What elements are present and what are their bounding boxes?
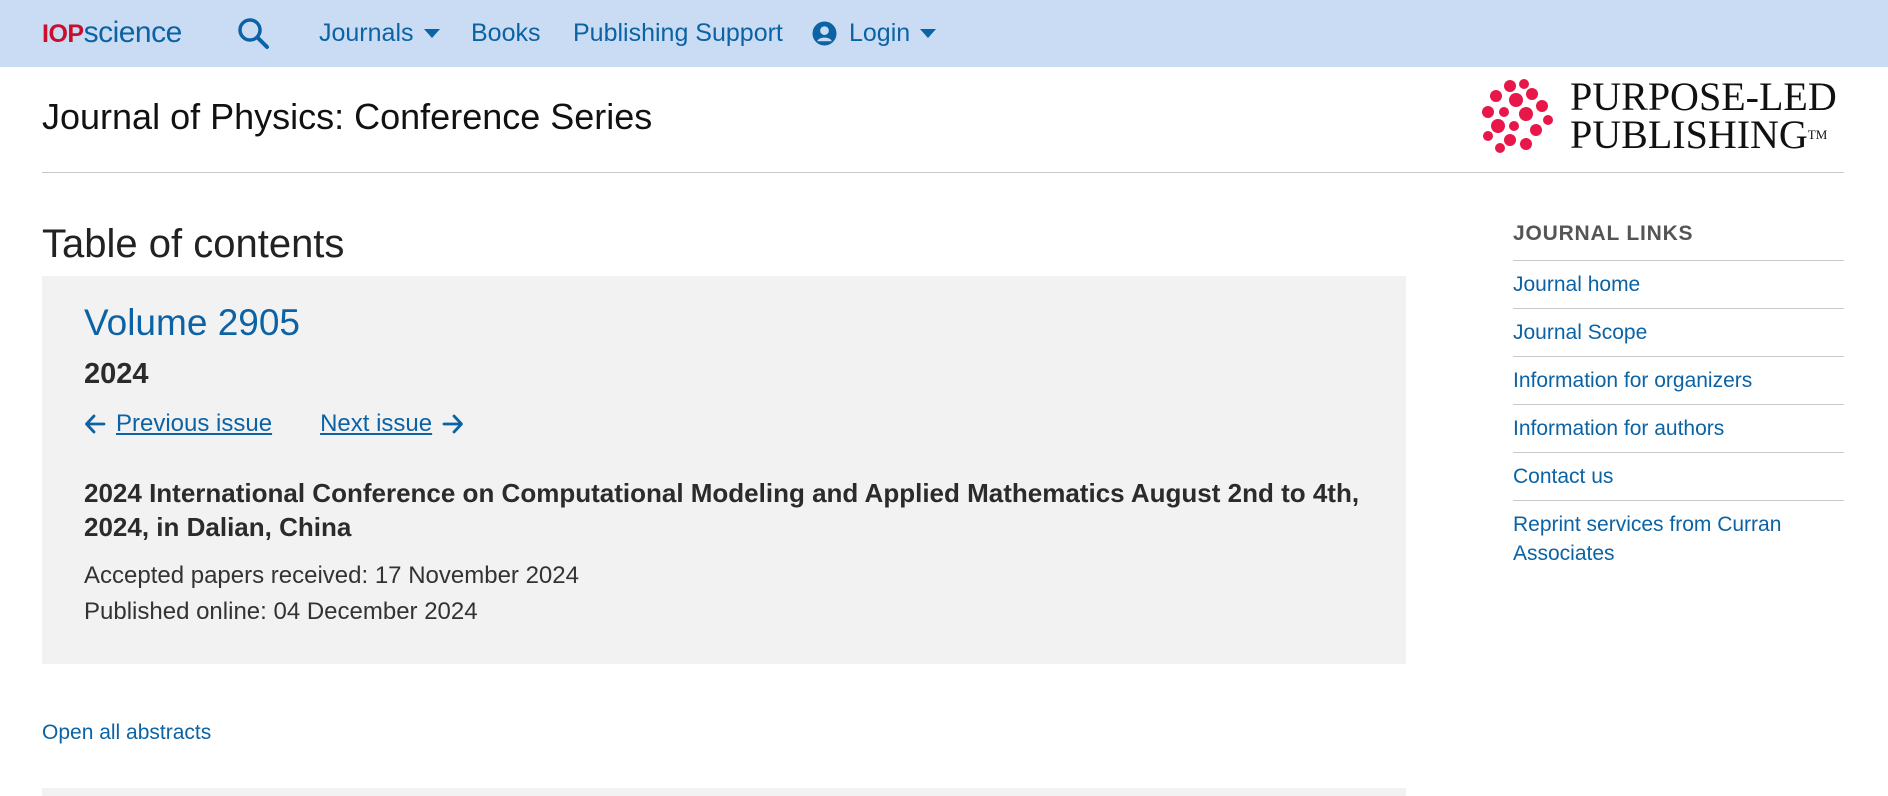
nav-journals-label: Journals	[319, 19, 414, 47]
sidebar-link-information-for-organizers[interactable]: Information for organizers	[1513, 357, 1844, 405]
search-icon[interactable]	[236, 16, 270, 50]
sidebar-link-journal-home[interactable]: Journal home	[1513, 261, 1844, 309]
nav-books-link[interactable]: Books	[471, 19, 540, 48]
publishing-logo-text: PURPOSE-LED PUBLISHINGTM	[1570, 74, 1837, 157]
nav-login-label: Login	[849, 19, 911, 47]
issue-navigation: Previous issue Next issue	[84, 410, 464, 438]
previous-issue-label: Previous issue	[116, 410, 273, 437]
brand-prefix: IOP	[42, 20, 84, 48]
volume-year: 2024	[84, 358, 149, 390]
logo-line-1: PURPOSE-LED	[1570, 74, 1837, 119]
nav-publishing-support-link[interactable]: Publishing Support	[573, 19, 783, 48]
trademark-mark: TM	[1807, 127, 1828, 142]
journal-title[interactable]: Journal of Physics: Conference Series	[42, 96, 652, 138]
purpose-led-publishing-logo[interactable]: PURPOSE-LED PUBLISHINGTM	[1480, 74, 1842, 157]
sidebar-link-journal-scope[interactable]: Journal Scope	[1513, 309, 1844, 357]
open-all-abstracts-link[interactable]: Open all abstracts	[42, 721, 211, 745]
arrow-right-icon	[442, 414, 464, 434]
arrow-left-icon	[85, 414, 106, 434]
sidebar-link-reprint-services[interactable]: Reprint services from Curran Associates	[1513, 501, 1844, 577]
journal-links-heading: JOURNAL LINKS	[1513, 222, 1844, 261]
next-issue-label: Next issue	[320, 410, 433, 437]
publishing-logo-mark-icon	[1482, 79, 1553, 153]
table-of-contents-heading: Table of contents	[42, 222, 345, 266]
header-divider	[42, 172, 1844, 173]
user-icon	[812, 21, 837, 46]
nav-journals-dropdown[interactable]: Journals	[319, 19, 440, 48]
chevron-down-icon	[423, 29, 440, 38]
next-issue-link[interactable]: Next issue	[320, 410, 464, 438]
journal-links-sidebar: JOURNAL LINKS Journal home Journal Scope…	[1513, 222, 1844, 577]
logo-line-2: PUBLISHING	[1570, 112, 1808, 157]
accepted-date: Accepted papers received: 17 November 20…	[84, 562, 579, 589]
article-list-panel	[42, 788, 1406, 796]
top-navigation-bar: IOPscience Journals Books Publishing Sup…	[0, 0, 1888, 67]
chevron-down-icon	[920, 29, 937, 38]
sidebar-link-contact-us[interactable]: Contact us	[1513, 453, 1844, 501]
nav-login-dropdown[interactable]: Login	[812, 19, 937, 48]
issue-info-panel: Volume 2905 2024 Previous issue Next iss…	[42, 276, 1406, 664]
sidebar-link-information-for-authors[interactable]: Information for authors	[1513, 405, 1844, 453]
iopscience-logo[interactable]: IOPscience	[42, 16, 182, 51]
published-date: Published online: 04 December 2024	[84, 598, 478, 625]
conference-title: 2024 International Conference on Computa…	[84, 478, 1360, 542]
previous-issue-link[interactable]: Previous issue	[84, 410, 272, 438]
brand-suffix: science	[83, 16, 183, 49]
volume-title-link[interactable]: Volume 2905	[84, 302, 300, 344]
